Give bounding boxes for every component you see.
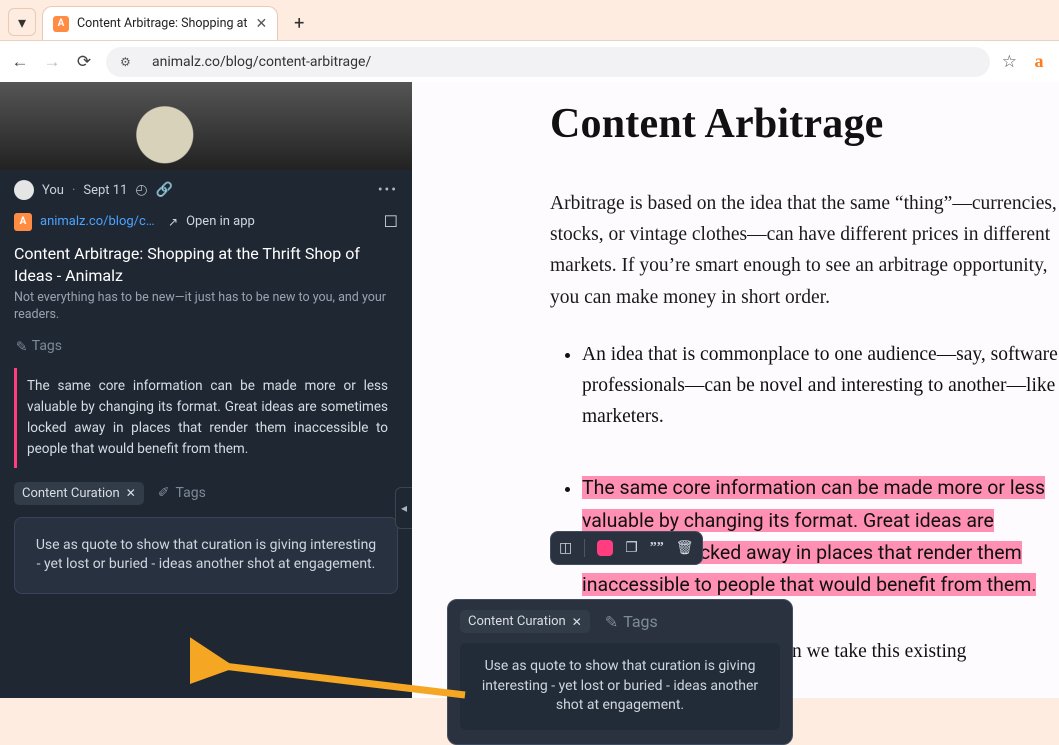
remove-tag-icon[interactable]: ✕ bbox=[126, 486, 136, 500]
tag-chip[interactable]: Content Curation ✕ bbox=[460, 610, 590, 633]
source-domain[interactable]: animalz.co/blog/co… bbox=[40, 214, 160, 229]
share-icon[interactable]: 🔗 bbox=[156, 182, 173, 198]
tags-label: Tags bbox=[32, 338, 62, 354]
forward-button[interactable]: → bbox=[42, 52, 62, 72]
remove-tag-icon[interactable]: ✕ bbox=[572, 615, 582, 629]
note-meta: You · Sept 11 ◴ 🔗 ••• bbox=[0, 170, 412, 210]
tag-chip[interactable]: Content Curation ✕ bbox=[14, 482, 144, 505]
article-subtitle: Not everything has to be new—it just has… bbox=[0, 290, 412, 334]
list-item: An idea that is commonplace to one audie… bbox=[582, 339, 1059, 433]
tab-strip: ▾ A Content Arbitrage: Shopping at ✕ + bbox=[0, 0, 1059, 40]
copy-icon[interactable]: ❐ bbox=[625, 540, 638, 556]
tag-icon: ✐ bbox=[12, 340, 28, 352]
url-text: animalz.co/blog/content-arbitrage/ bbox=[152, 54, 371, 70]
author-name: You bbox=[42, 183, 64, 198]
extension-icon[interactable]: a bbox=[1029, 52, 1049, 72]
annotation-sidebar: You · Sept 11 ◴ 🔗 ••• A animalz.co/blog/… bbox=[0, 82, 412, 698]
page-title: Content Arbitrage bbox=[550, 100, 1059, 148]
back-button[interactable]: ← bbox=[10, 52, 30, 72]
annotation-note[interactable]: Use as quote to show that curation is gi… bbox=[14, 517, 398, 594]
browser-toolbar: ← → ⟳ ⚙ animalz.co/blog/content-arbitrag… bbox=[0, 40, 1059, 82]
chevron-down-icon: ▾ bbox=[18, 13, 26, 32]
tag-chip-label: Content Curation bbox=[468, 614, 566, 629]
tag-icon: ✐ bbox=[158, 485, 170, 501]
color-swatch[interactable] bbox=[597, 540, 613, 556]
article-hero-image bbox=[0, 82, 412, 170]
site-settings-icon[interactable]: ⚙ bbox=[120, 55, 132, 69]
clock-icon[interactable]: ◴ bbox=[135, 182, 147, 198]
tab-title: Content Arbitrage: Shopping at bbox=[77, 16, 248, 31]
source-favicon: A bbox=[14, 213, 32, 231]
article-paragraph: Arbitrage is based on the idea that the … bbox=[550, 188, 1059, 313]
tags-header[interactable]: ✐ Tags bbox=[0, 334, 412, 364]
tab-overflow-button[interactable]: ▾ bbox=[8, 8, 36, 36]
article-title: Content Arbitrage: Shopping at the Thrif… bbox=[0, 237, 412, 290]
tag-chip-label: Content Curation bbox=[22, 486, 120, 501]
new-tab-button[interactable]: + bbox=[284, 8, 314, 38]
sidebar-toggle-icon[interactable]: ◫ bbox=[559, 540, 572, 556]
more-menu-button[interactable]: ••• bbox=[378, 182, 398, 198]
note-date: Sept 11 bbox=[83, 183, 127, 198]
tab-favicon: A bbox=[53, 16, 69, 32]
close-icon[interactable]: ✕ bbox=[256, 16, 268, 32]
quote-icon[interactable]: ”” bbox=[650, 540, 664, 556]
url-bar[interactable]: ⚙ animalz.co/blog/content-arbitrage/ bbox=[106, 47, 990, 77]
browser-tab[interactable]: A Content Arbitrage: Shopping at ✕ bbox=[42, 6, 278, 40]
trash-icon[interactable]: 🗑 bbox=[676, 540, 694, 556]
tag-icon: ✐ bbox=[601, 615, 620, 628]
sidebar-collapse-handle[interactable]: ◂ bbox=[395, 487, 412, 529]
page-content: You · Sept 11 ◴ 🔗 ••• A animalz.co/blog/… bbox=[0, 82, 1059, 698]
floating-note-text[interactable]: Use as quote to show that curation is gi… bbox=[460, 643, 780, 730]
avatar bbox=[14, 180, 34, 200]
bookmark-icon[interactable]: ☐ bbox=[384, 212, 398, 231]
highlight-quote: The same core information can be made mo… bbox=[14, 368, 398, 468]
add-tag-button[interactable]: ✐ Tags bbox=[158, 485, 206, 501]
floating-annotation-card[interactable]: Content Curation ✕ ✐ Tags Use as quote t… bbox=[447, 599, 793, 745]
add-tag-button[interactable]: ✐ Tags bbox=[604, 612, 658, 631]
source-row: A animalz.co/blog/co… ↗ Open in app ☐ bbox=[0, 210, 412, 237]
open-in-app[interactable]: Open in app bbox=[186, 214, 255, 229]
open-external-icon[interactable]: ↗ bbox=[168, 215, 178, 229]
reload-button[interactable]: ⟳ bbox=[74, 52, 94, 72]
bookmark-star-icon[interactable]: ☆ bbox=[1002, 52, 1017, 72]
tag-chip-row: Content Curation ✕ ✐ Tags bbox=[0, 482, 412, 505]
browser-chrome: ▾ A Content Arbitrage: Shopping at ✕ + ←… bbox=[0, 0, 1059, 82]
highlight-toolbar: ◫ ❐ ”” 🗑 bbox=[550, 531, 703, 565]
